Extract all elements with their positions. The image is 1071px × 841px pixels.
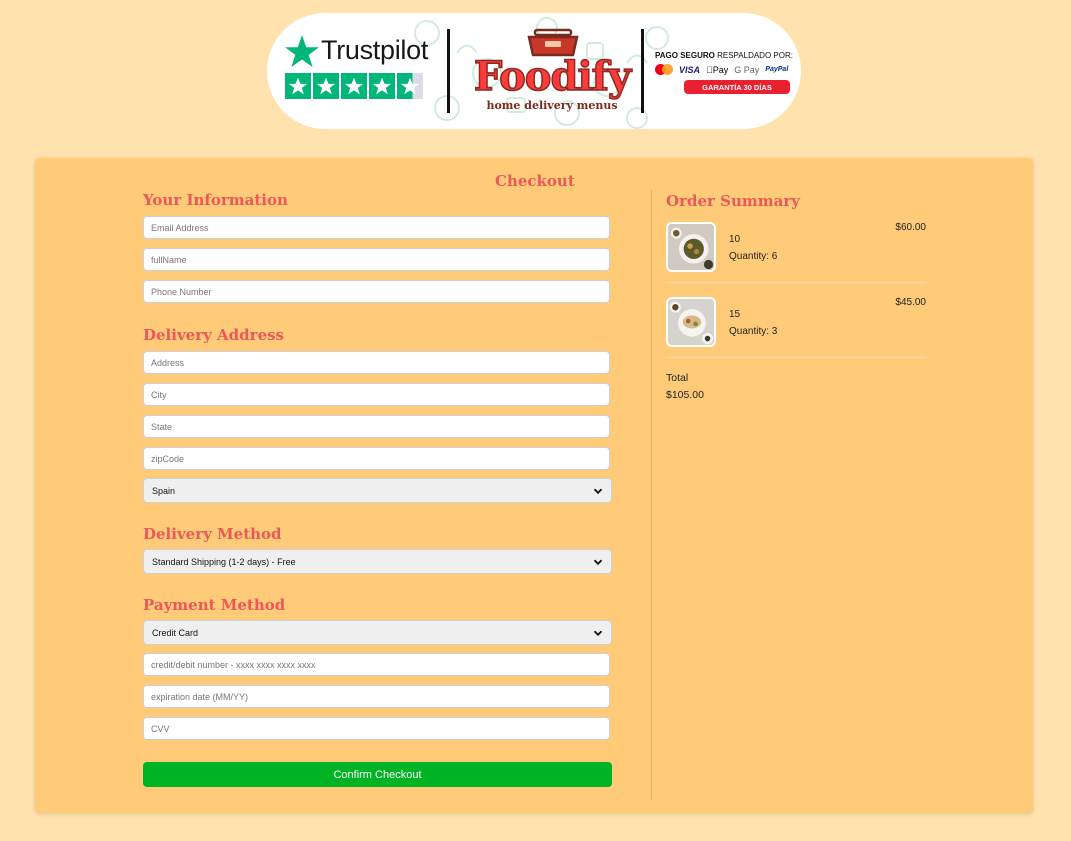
order-item: 15 Quantity: 3 $45.00 bbox=[666, 297, 926, 357]
chevron-down-icon bbox=[593, 559, 603, 565]
city-field[interactable] bbox=[143, 383, 610, 406]
apple-pay-icon: Pay bbox=[706, 64, 728, 75]
trustpilot-star-icon bbox=[285, 35, 319, 67]
brand-name: Foodify bbox=[473, 53, 632, 100]
delivery-method-value: Standard Shipping (1-2 days) - Free bbox=[152, 556, 296, 567]
payment-method-heading: Payment Method bbox=[143, 596, 286, 614]
email-input[interactable] bbox=[144, 217, 609, 238]
item-quantity: Quantity: 3 bbox=[729, 326, 778, 337]
page-title: Checkout bbox=[495, 172, 575, 190]
item-name: 10 bbox=[729, 234, 741, 245]
brand-tagline: home delivery menus bbox=[486, 99, 618, 112]
mastercard-icon bbox=[655, 64, 673, 75]
delivery-method-heading: Delivery Method bbox=[143, 525, 282, 543]
cvv-input[interactable] bbox=[144, 718, 609, 739]
address-field[interactable] bbox=[143, 351, 610, 374]
phone-field[interactable] bbox=[143, 280, 610, 303]
zipcode-field[interactable] bbox=[143, 447, 610, 470]
payment-method-value: Credit Card bbox=[152, 627, 199, 638]
country-select[interactable]: Spain bbox=[143, 478, 612, 503]
expiry-date-input[interactable] bbox=[144, 686, 609, 707]
guarantee-badge: GARANTÍA 30 DÍAS bbox=[684, 80, 790, 94]
country-select-value: Spain bbox=[152, 485, 176, 496]
state-input[interactable] bbox=[144, 416, 609, 437]
delivery-address-heading: Delivery Address bbox=[143, 326, 284, 344]
item-separator bbox=[666, 282, 926, 283]
trustpilot-label: Trustpilot bbox=[321, 34, 429, 65]
banner-divider bbox=[641, 29, 644, 113]
item-price: $45.00 bbox=[895, 297, 926, 308]
address-input[interactable] bbox=[144, 352, 609, 373]
foodify-logo: Foodify home delivery menus bbox=[467, 27, 637, 117]
paypal-icon: PayPal bbox=[758, 66, 788, 73]
food-image bbox=[666, 222, 716, 272]
rating-star-icon bbox=[313, 73, 339, 99]
delivery-method-select[interactable]: Standard Shipping (1-2 days) - Free bbox=[143, 549, 612, 574]
chevron-down-icon bbox=[593, 630, 603, 636]
your-information-heading: Your Information bbox=[143, 191, 288, 209]
card-number-field[interactable] bbox=[143, 653, 610, 676]
food-image bbox=[666, 297, 716, 347]
state-field[interactable] bbox=[143, 415, 610, 438]
rating-star-icon bbox=[341, 73, 367, 99]
column-divider bbox=[651, 190, 652, 800]
banner-divider bbox=[447, 29, 450, 113]
payment-logos: VISA Pay G Pay PayPal bbox=[655, 64, 795, 75]
item-separator bbox=[666, 357, 926, 358]
order-item: 10 Quantity: 6 $60.00 bbox=[666, 222, 926, 282]
fullname-field[interactable] bbox=[143, 248, 610, 271]
rating-half-star-icon bbox=[397, 73, 423, 99]
total-label: Total bbox=[666, 372, 689, 384]
fullname-input[interactable] bbox=[144, 249, 609, 270]
trustpilot-rating-stars bbox=[285, 73, 428, 99]
google-pay-icon: G Pay bbox=[727, 64, 759, 75]
payment-method-select[interactable]: Credit Card bbox=[143, 620, 612, 645]
rating-star-icon bbox=[285, 73, 311, 99]
card-number-input[interactable] bbox=[144, 654, 609, 675]
item-price: $60.00 bbox=[895, 222, 926, 233]
secure-payment-title: PAGO SEGURO RESPALDADO POR: bbox=[655, 51, 793, 60]
confirm-checkout-button[interactable]: Confirm Checkout bbox=[143, 762, 612, 787]
trustpilot-badge: Trustpilot bbox=[285, 33, 428, 99]
rating-star-icon bbox=[369, 73, 395, 99]
email-field[interactable] bbox=[143, 216, 610, 239]
cvv-field[interactable] bbox=[143, 717, 610, 740]
chevron-down-icon bbox=[593, 488, 603, 494]
item-quantity: Quantity: 6 bbox=[729, 251, 778, 262]
phone-input[interactable] bbox=[144, 281, 609, 302]
visa-icon: VISA bbox=[679, 64, 701, 75]
zipcode-input[interactable] bbox=[144, 448, 609, 469]
order-summary-heading: Order Summary bbox=[666, 192, 800, 210]
expiry-date-field[interactable] bbox=[143, 685, 610, 708]
checkout-card: Checkout Your Information Delivery Addre… bbox=[35, 158, 1033, 813]
city-input[interactable] bbox=[144, 384, 609, 405]
total-value: $105.00 bbox=[666, 389, 704, 401]
secure-payment-badge: PAGO SEGURO RESPALDADO POR: VISA Pay G … bbox=[655, 51, 795, 94]
item-name: 15 bbox=[729, 309, 741, 320]
header-banner: Trustpilot Foodify home delivery menus P… bbox=[267, 13, 801, 129]
